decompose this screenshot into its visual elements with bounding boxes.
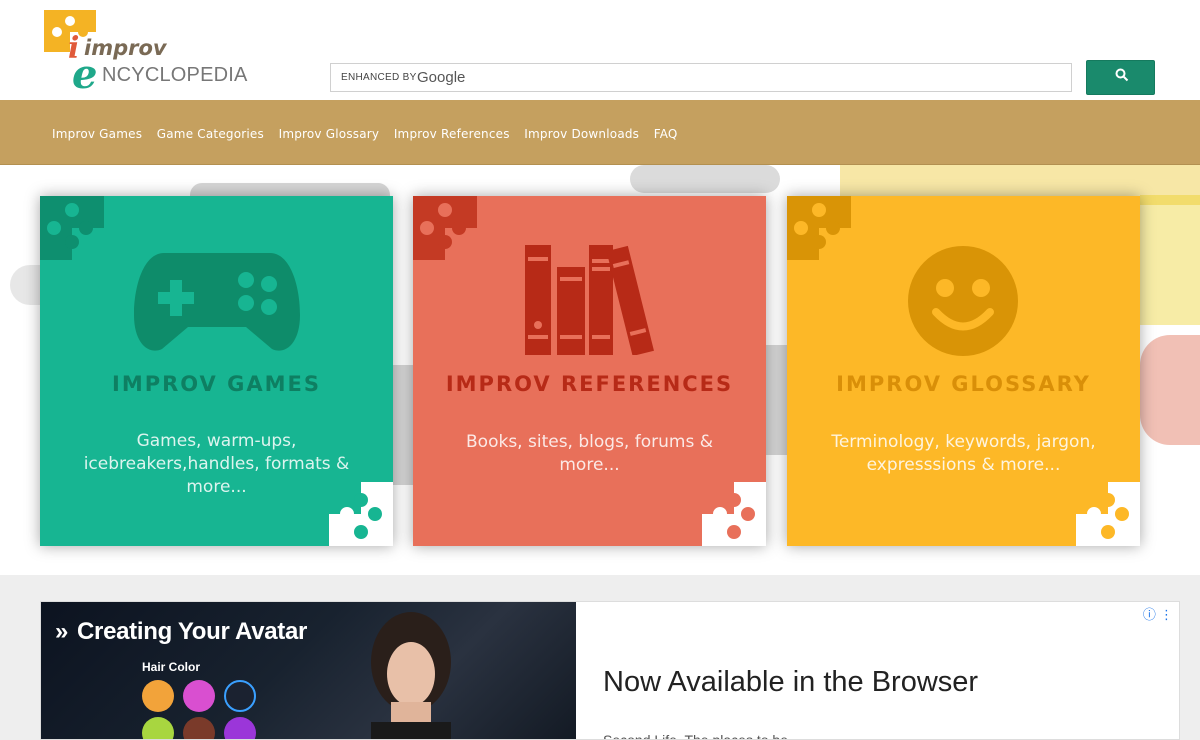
main-nav: Improv Games Game Categories Improv Glos… bbox=[0, 100, 1200, 165]
svg-text:i: i bbox=[68, 31, 79, 66]
advertisement[interactable]: » Creating Your Avatar Hair Color Now Av… bbox=[40, 601, 1180, 740]
card-description: Books, sites, blogs, forums & more... bbox=[466, 432, 713, 475]
hair-swatch bbox=[183, 717, 215, 739]
card-title: IMPROV GLOSSARY bbox=[836, 372, 1091, 396]
hair-swatch bbox=[142, 717, 174, 739]
site-header: e i improv NCYCLOPEDIA ENHANCED BY Googl… bbox=[0, 0, 1200, 100]
card-improv-glossary[interactable]: IMPROV GLOSSARY Terminology, keywords, j… bbox=[787, 196, 1140, 546]
ad-subtitle: Second Life. The places to be... bbox=[603, 732, 800, 740]
nav-item-game-categories[interactable]: Game Categories bbox=[157, 127, 264, 141]
card-improv-references[interactable]: IMPROV REFERENCES Books, sites, blogs, f… bbox=[413, 196, 766, 546]
ad-chevron: » bbox=[55, 618, 69, 645]
logo-line-1: improv bbox=[84, 36, 167, 60]
search-input[interactable]: ENHANCED BY Google bbox=[330, 63, 1072, 92]
card-title: IMPROV GAMES bbox=[112, 372, 321, 396]
site-logo[interactable]: e i improv NCYCLOPEDIA bbox=[44, 10, 247, 94]
ad-image[interactable]: » Creating Your Avatar Hair Color bbox=[41, 602, 576, 739]
card-title: IMPROV REFERENCES bbox=[445, 372, 734, 396]
search-google-label: Google bbox=[417, 69, 466, 86]
card-description: Terminology, keywords, jargon, expresssi… bbox=[831, 432, 1096, 475]
gamepad-icon bbox=[134, 253, 300, 351]
card-description: Games, warm-ups, icebreakers,handles, fo… bbox=[83, 431, 350, 497]
search-enhanced-label: ENHANCED BY bbox=[341, 72, 417, 83]
logo-line-2: NCYCLOPEDIA bbox=[102, 64, 248, 86]
books-icon bbox=[525, 245, 654, 355]
smiley-icon bbox=[908, 246, 1018, 356]
puzzle-corner-icon bbox=[413, 196, 477, 260]
puzzle-corner-icon bbox=[1076, 482, 1140, 546]
ad-info-icon[interactable]: ⓘ ⋮ bbox=[1143, 604, 1173, 623]
puzzle-corner-icon bbox=[40, 196, 104, 260]
hair-swatch bbox=[224, 717, 256, 739]
hair-swatch bbox=[142, 680, 174, 712]
card-improv-games[interactable]: IMPROV GAMES Games, warm-ups, icebreaker… bbox=[40, 196, 393, 546]
logo-i-icon: i bbox=[68, 31, 79, 66]
hair-swatch bbox=[224, 680, 256, 712]
nav-item-faq[interactable]: FAQ bbox=[654, 127, 678, 141]
nav-item-improv-glossary[interactable]: Improv Glossary bbox=[279, 127, 380, 141]
nav-item-improv-references[interactable]: Improv References bbox=[394, 127, 510, 141]
avatar-figure-icon bbox=[371, 612, 451, 739]
search-icon bbox=[1115, 68, 1129, 82]
ad-hair-label: Hair Color bbox=[142, 660, 201, 674]
puzzle-corner-icon bbox=[329, 482, 393, 546]
nav-item-improv-games[interactable]: Improv Games bbox=[52, 127, 142, 141]
nav-item-improv-downloads[interactable]: Improv Downloads bbox=[524, 127, 639, 141]
search-button[interactable] bbox=[1086, 60, 1155, 95]
ad-title[interactable]: Now Available in the Browser bbox=[603, 666, 978, 699]
ad-headline: Creating Your Avatar bbox=[77, 618, 308, 645]
puzzle-corner-icon bbox=[787, 196, 851, 260]
hair-swatch bbox=[183, 680, 215, 712]
puzzle-corner-icon bbox=[702, 482, 766, 546]
